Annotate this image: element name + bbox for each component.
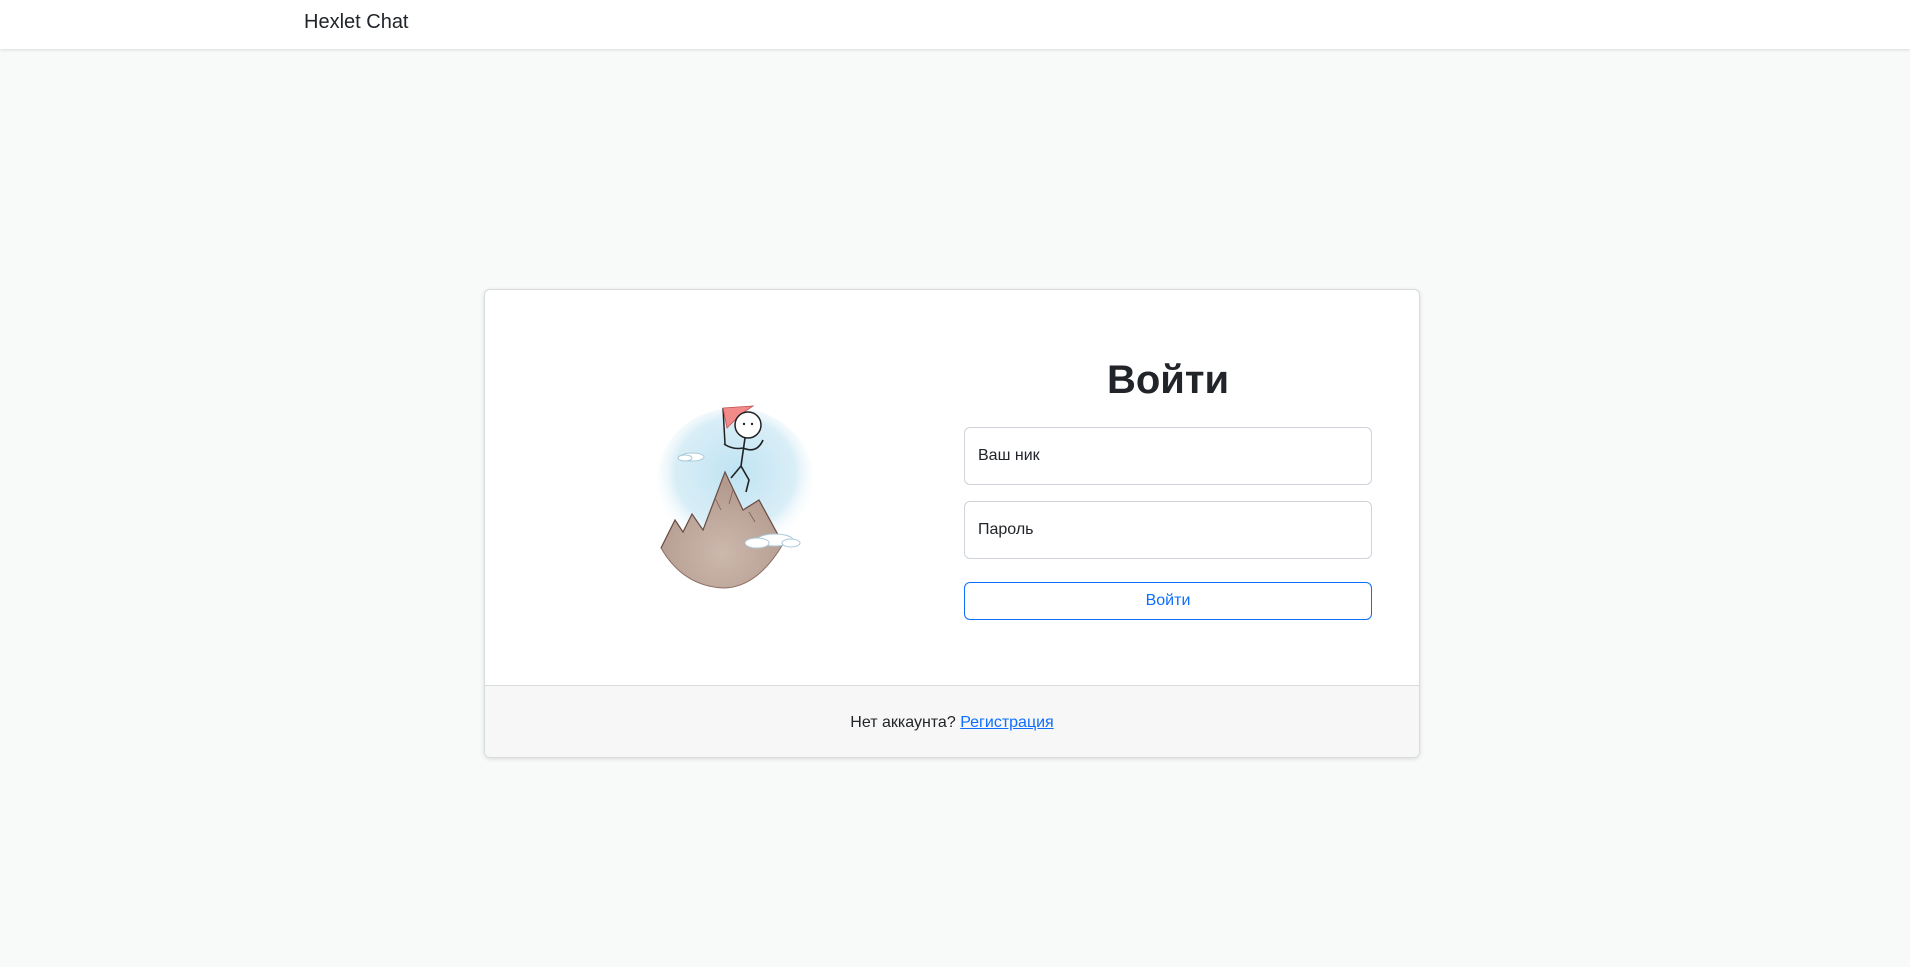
username-field-wrapper bbox=[964, 427, 1372, 485]
password-input[interactable] bbox=[965, 502, 1371, 558]
login-title: Войти bbox=[1106, 358, 1230, 402]
navbar: Hexlet Chat bbox=[0, 0, 1910, 49]
brand-link[interactable]: Hexlet Chat bbox=[304, 10, 409, 34]
username-input[interactable] bbox=[965, 428, 1371, 484]
mountain-climber-illustration bbox=[645, 400, 835, 590]
no-account-prompt: Нет аккаунта? bbox=[850, 714, 956, 731]
login-submit-button[interactable]: Войти bbox=[964, 582, 1372, 620]
password-field-wrapper bbox=[964, 501, 1372, 559]
login-card-body: Войти Войти bbox=[485, 290, 1419, 685]
signup-link[interactable]: Регистрация bbox=[960, 714, 1054, 731]
login-card-footer: Нет аккаунта? Регистрация bbox=[485, 685, 1419, 757]
login-card: Войти Войти Нет аккаунта? Регистрация bbox=[484, 289, 1420, 758]
